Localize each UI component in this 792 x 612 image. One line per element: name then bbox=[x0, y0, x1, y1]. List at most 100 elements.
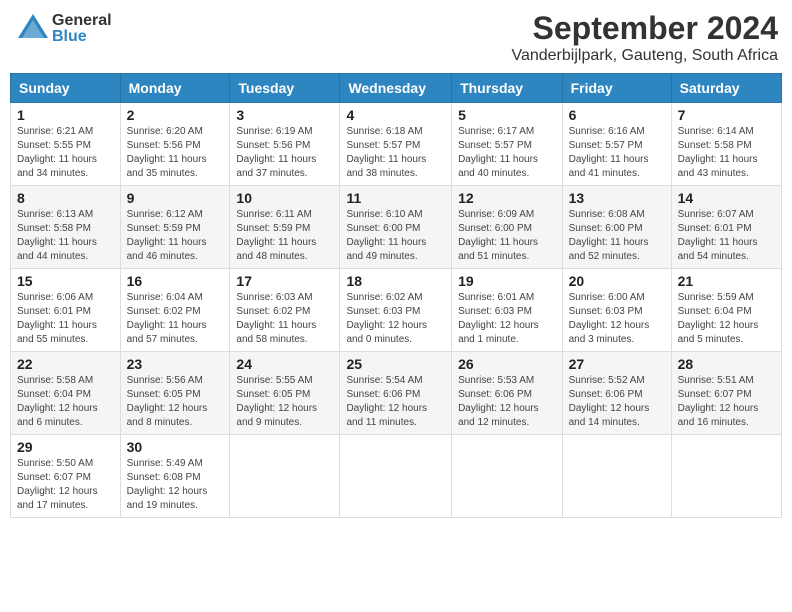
day-info: Sunrise: 5:59 AM Sunset: 6:04 PM Dayligh… bbox=[678, 291, 775, 347]
day-info: Sunrise: 6:21 AM Sunset: 5:55 PM Dayligh… bbox=[17, 125, 114, 181]
calendar-cell: 7 Sunrise: 6:14 AM Sunset: 5:58 PM Daylig… bbox=[671, 103, 781, 186]
calendar-cell: 22 Sunrise: 5:58 AM Sunset: 6:04 PM Dayli… bbox=[11, 352, 121, 435]
day-header: Sunday bbox=[11, 74, 121, 103]
day-number: 2 bbox=[127, 107, 224, 123]
day-info: Sunrise: 6:19 AM Sunset: 5:56 PM Dayligh… bbox=[236, 125, 333, 181]
day-number: 16 bbox=[127, 273, 224, 289]
day-number: 3 bbox=[236, 107, 333, 123]
month-year: September 2024 bbox=[511, 10, 778, 47]
day-number: 21 bbox=[678, 273, 775, 289]
page-header: General Blue September 2024 Vanderbijlpa… bbox=[10, 10, 782, 65]
day-info: Sunrise: 5:58 AM Sunset: 6:04 PM Dayligh… bbox=[17, 374, 114, 430]
calendar-cell: 12 Sunrise: 6:09 AM Sunset: 6:00 PM Dayli… bbox=[452, 186, 563, 269]
calendar-week-row: 8Sunrise: 6:13 AM Sunset: 5:58 PM Daylig… bbox=[11, 186, 782, 269]
day-info: Sunrise: 6:01 AM Sunset: 6:03 PM Dayligh… bbox=[458, 291, 556, 347]
day-info: Sunrise: 6:16 AM Sunset: 5:57 PM Dayligh… bbox=[569, 125, 665, 181]
title-area: September 2024 Vanderbijlpark, Gauteng, … bbox=[511, 10, 778, 65]
logo-icon bbox=[14, 10, 52, 48]
calendar-cell bbox=[671, 435, 781, 518]
day-number: 14 bbox=[678, 190, 775, 206]
day-number: 6 bbox=[569, 107, 665, 123]
day-number: 19 bbox=[458, 273, 556, 289]
day-number: 11 bbox=[346, 190, 445, 206]
day-number: 26 bbox=[458, 356, 556, 372]
day-info: Sunrise: 6:14 AM Sunset: 5:58 PM Dayligh… bbox=[678, 125, 775, 181]
calendar-cell: 28 Sunrise: 5:51 AM Sunset: 6:07 PM Dayli… bbox=[671, 352, 781, 435]
day-info: Sunrise: 6:18 AM Sunset: 5:57 PM Dayligh… bbox=[346, 125, 445, 181]
logo-general: General bbox=[52, 13, 112, 29]
calendar-cell: 21 Sunrise: 5:59 AM Sunset: 6:04 PM Dayli… bbox=[671, 269, 781, 352]
calendar-cell: 2 Sunrise: 6:20 AM Sunset: 5:56 PM Daylig… bbox=[120, 103, 230, 186]
calendar-week-row: 15 Sunrise: 6:06 AM Sunset: 6:01 PM Dayli… bbox=[11, 269, 782, 352]
day-number: 29 bbox=[17, 439, 114, 455]
calendar-cell: 14 Sunrise: 6:07 AM Sunset: 6:01 PM Dayli… bbox=[671, 186, 781, 269]
day-header: Monday bbox=[120, 74, 230, 103]
day-info: Sunrise: 6:10 AM Sunset: 6:00 PM Dayligh… bbox=[346, 208, 445, 264]
day-number: 27 bbox=[569, 356, 665, 372]
logo-text: General Blue bbox=[52, 13, 112, 45]
calendar-cell: 19 Sunrise: 6:01 AM Sunset: 6:03 PM Dayli… bbox=[452, 269, 563, 352]
day-info: Sunrise: 6:08 AM Sunset: 6:00 PM Dayligh… bbox=[569, 208, 665, 264]
day-info: Sunrise: 6:04 AM Sunset: 6:02 PM Dayligh… bbox=[127, 291, 224, 347]
day-number: 28 bbox=[678, 356, 775, 372]
day-number: 1 bbox=[17, 107, 114, 123]
day-number: 4 bbox=[346, 107, 445, 123]
day-info: Sunrise: 5:56 AM Sunset: 6:05 PM Dayligh… bbox=[127, 374, 224, 430]
calendar-cell: 17 Sunrise: 6:03 AM Sunset: 6:02 PM Dayli… bbox=[230, 269, 340, 352]
calendar-cell: 16 Sunrise: 6:04 AM Sunset: 6:02 PM Dayli… bbox=[120, 269, 230, 352]
day-info: Sunrise: 6:09 AM Sunset: 6:00 PM Dayligh… bbox=[458, 208, 556, 264]
day-number: 10 bbox=[236, 190, 333, 206]
calendar-cell: 4 Sunrise: 6:18 AM Sunset: 5:57 PM Daylig… bbox=[340, 103, 452, 186]
day-info: Sunrise: 6:17 AM Sunset: 5:57 PM Dayligh… bbox=[458, 125, 556, 181]
calendar-week-row: 1 Sunrise: 6:21 AM Sunset: 5:55 PM Daylig… bbox=[11, 103, 782, 186]
day-info: Sunrise: 6:07 AM Sunset: 6:01 PM Dayligh… bbox=[678, 208, 775, 264]
calendar-cell: 3 Sunrise: 6:19 AM Sunset: 5:56 PM Daylig… bbox=[230, 103, 340, 186]
day-info: Sunrise: 6:00 AM Sunset: 6:03 PM Dayligh… bbox=[569, 291, 665, 347]
calendar-cell: 10 Sunrise: 6:11 AM Sunset: 5:59 PM Dayli… bbox=[230, 186, 340, 269]
calendar-cell: 5 Sunrise: 6:17 AM Sunset: 5:57 PM Daylig… bbox=[452, 103, 563, 186]
calendar-cell: 25Sunrise: 5:54 AM Sunset: 6:06 PM Dayli… bbox=[340, 352, 452, 435]
day-number: 7 bbox=[678, 107, 775, 123]
calendar-cell: 18Sunrise: 6:02 AM Sunset: 6:03 PM Dayli… bbox=[340, 269, 452, 352]
day-info: Sunrise: 5:55 AM Sunset: 6:05 PM Dayligh… bbox=[236, 374, 333, 430]
calendar-cell: 30 Sunrise: 5:49 AM Sunset: 6:08 PM Dayli… bbox=[120, 435, 230, 518]
day-info: Sunrise: 6:12 AM Sunset: 5:59 PM Dayligh… bbox=[127, 208, 224, 264]
calendar-cell: 15 Sunrise: 6:06 AM Sunset: 6:01 PM Dayli… bbox=[11, 269, 121, 352]
day-header: Friday bbox=[562, 74, 671, 103]
day-info: Sunrise: 6:03 AM Sunset: 6:02 PM Dayligh… bbox=[236, 291, 333, 347]
calendar-cell: 1 Sunrise: 6:21 AM Sunset: 5:55 PM Daylig… bbox=[11, 103, 121, 186]
day-info: Sunrise: 5:49 AM Sunset: 6:08 PM Dayligh… bbox=[127, 457, 224, 513]
day-info: Sunrise: 5:51 AM Sunset: 6:07 PM Dayligh… bbox=[678, 374, 775, 430]
day-number: 12 bbox=[458, 190, 556, 206]
day-number: 20 bbox=[569, 273, 665, 289]
calendar-cell: 24Sunrise: 5:55 AM Sunset: 6:05 PM Dayli… bbox=[230, 352, 340, 435]
day-number: 17 bbox=[236, 273, 333, 289]
calendar-cell bbox=[562, 435, 671, 518]
logo-blue: Blue bbox=[52, 29, 112, 45]
day-number: 30 bbox=[127, 439, 224, 455]
logo: General Blue bbox=[14, 10, 112, 48]
day-number: 5 bbox=[458, 107, 556, 123]
day-info: Sunrise: 6:11 AM Sunset: 5:59 PM Dayligh… bbox=[236, 208, 333, 264]
day-number: 22 bbox=[17, 356, 114, 372]
day-info: Sunrise: 5:50 AM Sunset: 6:07 PM Dayligh… bbox=[17, 457, 114, 513]
calendar-cell: 26Sunrise: 5:53 AM Sunset: 6:06 PM Dayli… bbox=[452, 352, 563, 435]
calendar-cell bbox=[230, 435, 340, 518]
calendar-cell: 8Sunrise: 6:13 AM Sunset: 5:58 PM Daylig… bbox=[11, 186, 121, 269]
calendar-cell: 13 Sunrise: 6:08 AM Sunset: 6:00 PM Dayli… bbox=[562, 186, 671, 269]
day-header: Wednesday bbox=[340, 74, 452, 103]
calendar-cell: 11 Sunrise: 6:10 AM Sunset: 6:00 PM Dayli… bbox=[340, 186, 452, 269]
day-number: 18 bbox=[346, 273, 445, 289]
calendar-cell: 23 Sunrise: 5:56 AM Sunset: 6:05 PM Dayli… bbox=[120, 352, 230, 435]
day-number: 13 bbox=[569, 190, 665, 206]
day-number: 23 bbox=[127, 356, 224, 372]
calendar-header-row: SundayMondayTuesdayWednesdayThursdayFrid… bbox=[11, 74, 782, 103]
calendar-cell bbox=[452, 435, 563, 518]
day-info: Sunrise: 6:06 AM Sunset: 6:01 PM Dayligh… bbox=[17, 291, 114, 347]
calendar-cell: 27Sunrise: 5:52 AM Sunset: 6:06 PM Dayli… bbox=[562, 352, 671, 435]
day-info: Sunrise: 5:54 AM Sunset: 6:06 PM Dayligh… bbox=[346, 374, 445, 430]
calendar-cell: 6 Sunrise: 6:16 AM Sunset: 5:57 PM Daylig… bbox=[562, 103, 671, 186]
day-number: 15 bbox=[17, 273, 114, 289]
calendar-cell: 29 Sunrise: 5:50 AM Sunset: 6:07 PM Dayli… bbox=[11, 435, 121, 518]
day-info: Sunrise: 6:20 AM Sunset: 5:56 PM Dayligh… bbox=[127, 125, 224, 181]
